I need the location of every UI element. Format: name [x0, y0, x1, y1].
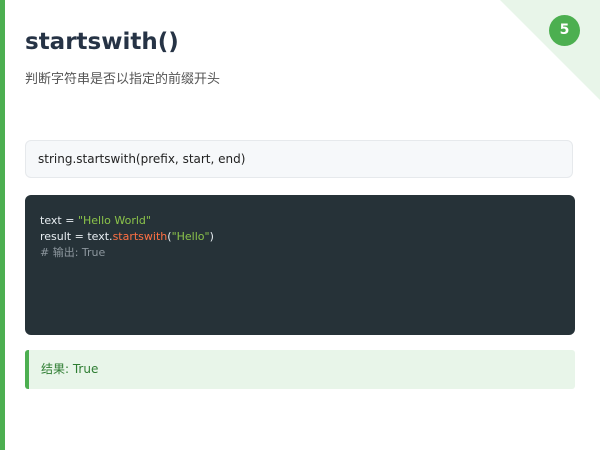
code-token: text: [40, 214, 62, 227]
syntax-box: string.startswith(prefix, start, end): [25, 140, 573, 178]
code-string: "Hello World": [77, 214, 151, 227]
code-token: text.: [87, 230, 113, 243]
result-box: 结果: True: [25, 350, 575, 389]
code-block: text = "Hello World" result = text.starts…: [25, 195, 575, 335]
page-number-badge: 5: [549, 15, 580, 46]
code-token: ): [209, 230, 214, 243]
corner-triangle-decoration: [500, 0, 600, 100]
left-accent-bar: [0, 0, 5, 450]
slide-title: startswith(): [25, 29, 179, 55]
code-comment: # 输出: True: [40, 246, 106, 259]
code-token: result: [40, 230, 72, 243]
code-string: "Hello": [171, 230, 210, 243]
code-method: startswith: [112, 230, 168, 243]
code-token: =: [71, 230, 88, 243]
code-token: =: [61, 214, 78, 227]
code-line-2: result = text.startswith("Hello"): [40, 229, 560, 245]
slide-subtitle: 判断字符串是否以指定的前缀开头: [25, 72, 221, 87]
slide: 5 startswith() 判断字符串是否以指定的前缀开头 string.st…: [0, 0, 600, 450]
code-line-1: text = "Hello World": [40, 213, 560, 229]
